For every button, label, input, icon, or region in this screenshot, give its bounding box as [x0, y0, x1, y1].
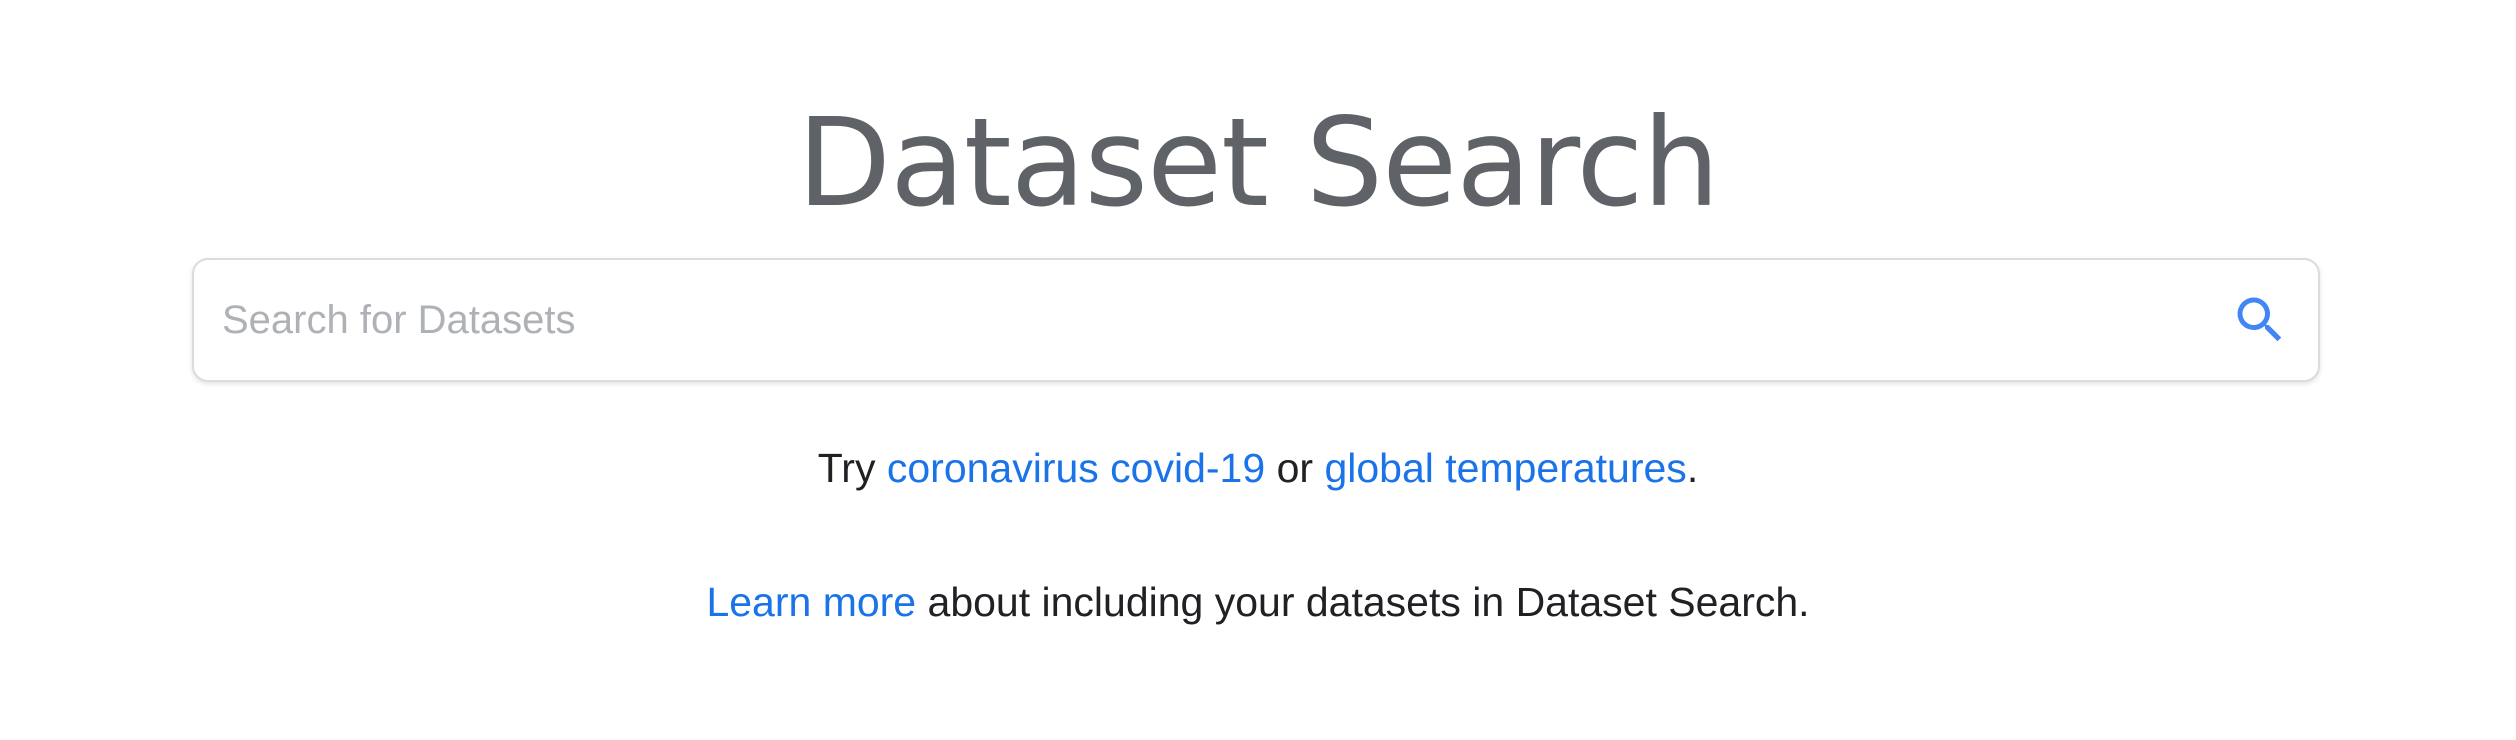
suggestions: Try coronavirus covid-19 or global tempe…: [0, 440, 2516, 496]
learn-more-text: about including your datasets in Dataset…: [927, 579, 1810, 625]
search-input[interactable]: [222, 260, 2222, 380]
suggestion-link-temperatures[interactable]: global temperatures: [1324, 445, 1686, 491]
page: Dataset Search Try coronavirus covid-19 …: [0, 0, 2516, 740]
search-button[interactable]: [2230, 290, 2290, 350]
learn-more-link[interactable]: Learn more: [706, 579, 916, 625]
suggestions-prefix: Try: [817, 445, 876, 491]
suggestion-link-covid[interactable]: coronavirus covid-19: [887, 445, 1265, 491]
search-box[interactable]: [192, 258, 2320, 382]
suggestions-separator: or: [1276, 445, 1314, 491]
learn-more-line: Learn more about including your datasets…: [0, 574, 2516, 630]
search-icon: [2237, 297, 2282, 342]
suggestions-suffix: .: [1686, 445, 1699, 491]
page-title: Dataset Search: [797, 92, 1720, 234]
